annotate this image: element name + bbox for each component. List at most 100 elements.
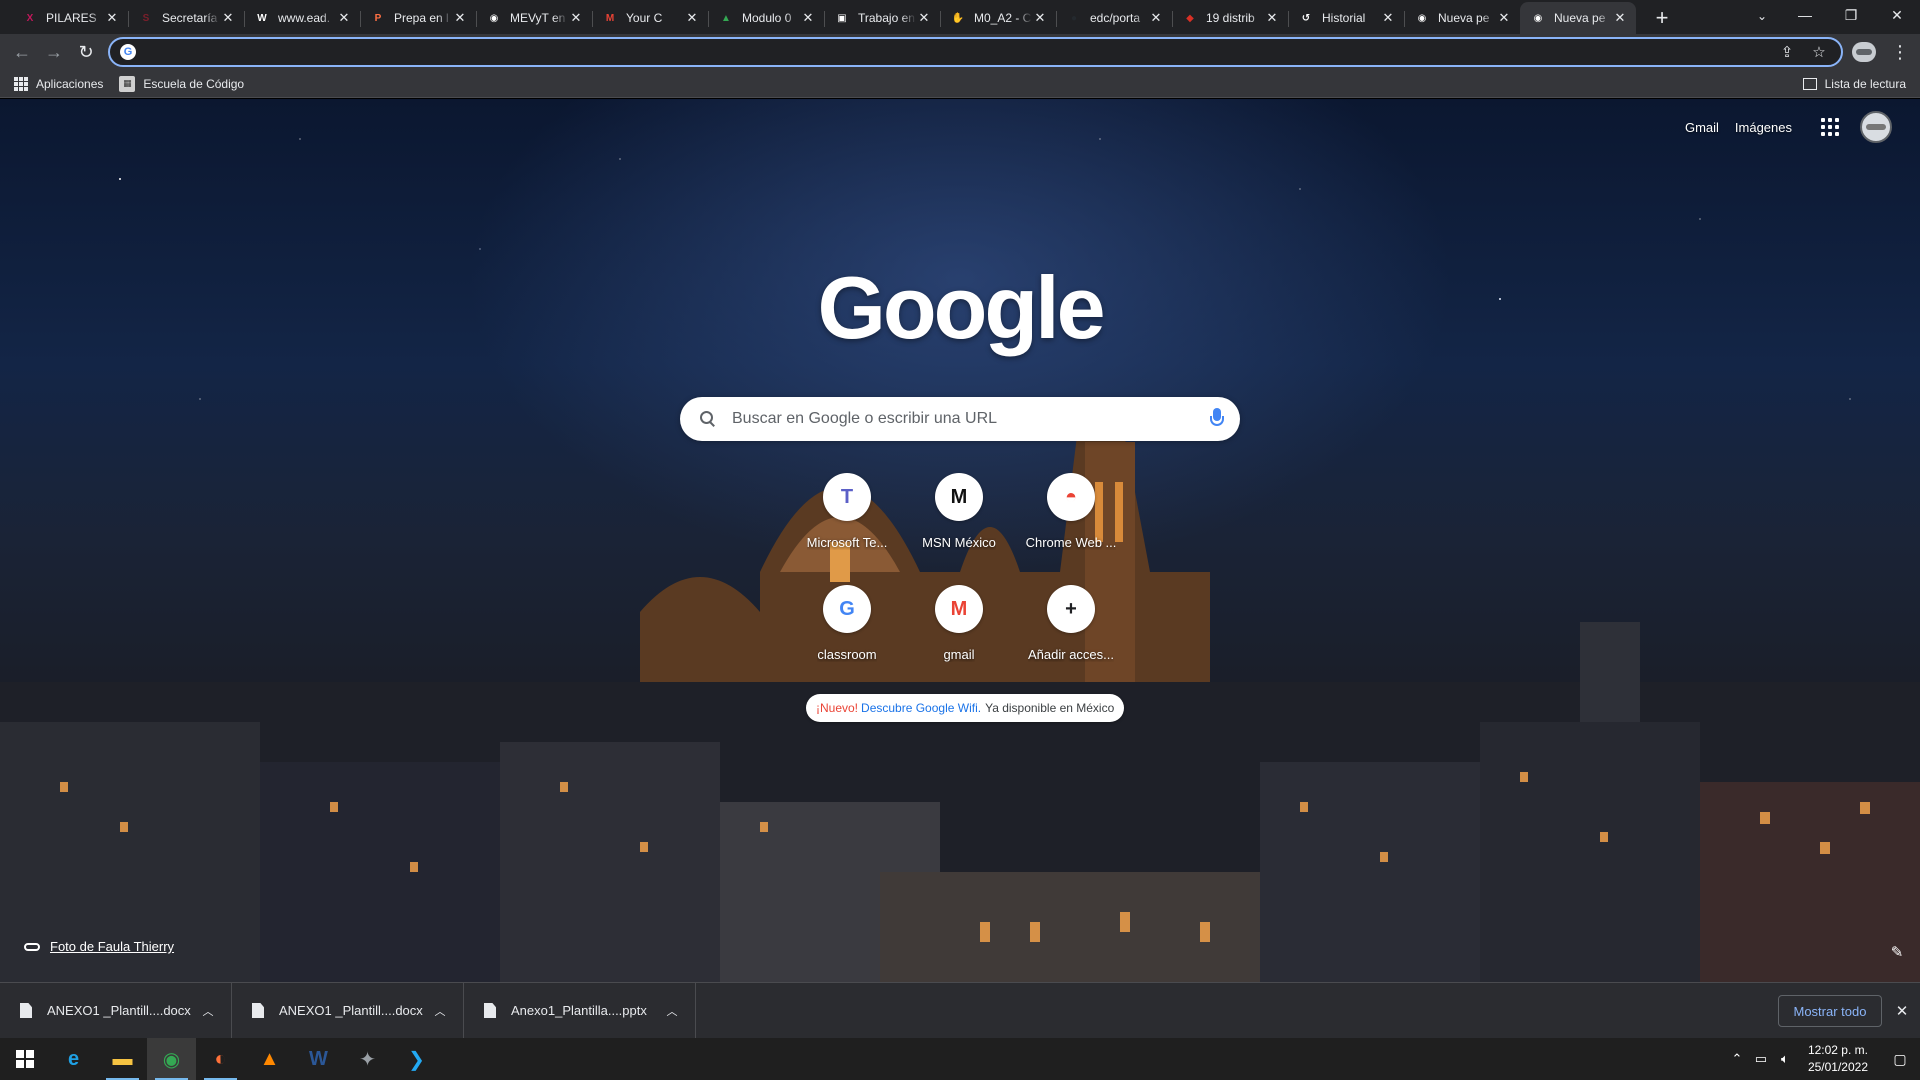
address-input[interactable]	[146, 44, 1767, 60]
tab-title: PILARES	[46, 11, 97, 25]
bookmark-apps[interactable]: Aplicaciones	[6, 72, 111, 96]
word-icon: W	[309, 1047, 328, 1070]
bookmark-label: Escuela de Código	[143, 76, 245, 91]
customize-pencil-icon[interactable]: ✎	[1888, 943, 1906, 961]
tab-close-icon[interactable]: ✕	[684, 10, 700, 26]
forward-icon[interactable]: →	[38, 36, 70, 68]
browser-tab[interactable]: ◆ 19 distrib ✕	[1172, 2, 1288, 34]
tab-close-icon[interactable]: ✕	[1496, 10, 1512, 26]
tab-close-icon[interactable]: ✕	[1032, 10, 1048, 26]
microphone-icon[interactable]	[1210, 408, 1224, 430]
browser-tab[interactable]: ● edc/porta ✕	[1056, 2, 1172, 34]
browser-tab[interactable]: X PILARES ✕	[12, 2, 128, 34]
tab-list: X PILARES ✕ S Secretaría ✕ Wwww.ead. ✕ P Prepa en…	[12, 2, 1636, 34]
tab-close-icon[interactable]: ✕	[1380, 10, 1396, 26]
download-item[interactable]: Anexo1_Plantilla....pptx ︿	[464, 982, 696, 1039]
browser-tab[interactable]: ◉ Nueva pe ✕	[1520, 2, 1636, 34]
system-clock[interactable]: 12:02 p. m. 25/01/2022	[1808, 1042, 1868, 1076]
taskbar-app[interactable]: ▲	[245, 1038, 294, 1080]
taskbar-app[interactable]: ✦	[343, 1038, 392, 1080]
download-filename: Anexo1_Plantilla....pptx	[511, 1003, 647, 1018]
taskbar-app[interactable]: ❯	[392, 1038, 441, 1080]
tab-close-icon[interactable]: ✕	[568, 10, 584, 26]
download-item[interactable]: ANEXO1 _Plantill....docx ︿	[0, 982, 232, 1039]
taskbar-app[interactable]: W	[294, 1038, 343, 1080]
browser-tab[interactable]: ◉ Nueva pe ✕	[1404, 2, 1520, 34]
photo-attribution[interactable]: Foto de Faula Thierry	[24, 939, 174, 954]
google-g-icon: G	[120, 44, 136, 60]
shortcut-tile[interactable]: + Añadir acces...	[1015, 581, 1127, 671]
profile-avatar[interactable]	[1852, 42, 1876, 62]
address-bar[interactable]: G ⇪ ☆	[108, 37, 1843, 67]
browser-tab[interactable]: ◉ MEVyT en ✕	[476, 2, 592, 34]
tab-close-icon[interactable]: ✕	[104, 10, 120, 26]
tab-title: Prepa en l	[394, 11, 449, 25]
download-item[interactable]: ANEXO1 _Plantill....docx ︿	[232, 982, 464, 1039]
browser-tab[interactable]: Wwww.ead. ✕	[244, 2, 360, 34]
browser-tab[interactable]: ↺ Historial ✕	[1288, 2, 1404, 34]
images-link[interactable]: Imágenes	[1735, 120, 1792, 135]
browser-tab[interactable]: P Prepa en l ✕	[360, 2, 476, 34]
reload-icon[interactable]: ↻	[70, 36, 102, 68]
google-apps-icon[interactable]	[1818, 115, 1842, 139]
ntp-search-box[interactable]	[680, 397, 1240, 441]
browser-tab[interactable]: ✋ M0_A2 - C ✕	[940, 2, 1056, 34]
shortcut-tile[interactable]: T Microsoft Te...	[791, 469, 903, 559]
tab-close-icon[interactable]: ✕	[1264, 10, 1280, 26]
chevron-up-icon[interactable]: ︿	[663, 1003, 681, 1019]
volume-icon[interactable]: 🔈︎	[1774, 1051, 1796, 1067]
tab-search-icon[interactable]: ⌄	[1748, 4, 1776, 28]
close-shelf-icon[interactable]: ✕	[1892, 999, 1912, 1023]
chevron-up-icon[interactable]: ︿	[431, 1003, 449, 1019]
share-icon[interactable]: ⇪	[1775, 40, 1799, 64]
taskbar-apps: e ▬ ◉ ◐ ▲ W ✦ ❯	[49, 1038, 441, 1080]
shortcut-tile[interactable]: ◓ Chrome Web ...	[1015, 469, 1127, 559]
gmail-link[interactable]: Gmail	[1685, 120, 1719, 135]
new-tab-button[interactable]: +	[1648, 4, 1676, 32]
escuela-icon: ▦	[119, 75, 136, 92]
browser-tab[interactable]: S Secretaría ✕	[128, 2, 244, 34]
tab-close-icon[interactable]: ✕	[452, 10, 468, 26]
tab-close-icon[interactable]: ✕	[1612, 10, 1628, 26]
tab-close-icon[interactable]: ✕	[336, 10, 352, 26]
hand-icon: ✋	[951, 12, 965, 24]
network-icon[interactable]: ▭	[1750, 1051, 1772, 1067]
search-input[interactable]	[732, 410, 1210, 428]
bookmark-star-icon[interactable]: ☆	[1807, 40, 1831, 64]
tab-close-icon[interactable]: ✕	[1148, 10, 1164, 26]
tab-close-icon[interactable]: ✕	[916, 10, 932, 26]
account-avatar[interactable]	[1860, 111, 1892, 143]
shortcut-tile[interactable]: Mgmail	[903, 581, 1015, 671]
shortcut-tile[interactable]: Gclassroom	[791, 581, 903, 671]
taskbar-app[interactable]: ◉	[147, 1038, 196, 1080]
restore-icon[interactable]: ❐	[1828, 0, 1874, 30]
minimize-icon[interactable]: —	[1782, 0, 1828, 30]
start-button[interactable]	[0, 1038, 49, 1080]
bookmark-escuela-de-codigo[interactable]: ▦ Escuela de Código	[111, 72, 252, 96]
show-all-downloads-button[interactable]: Mostrar todo	[1778, 995, 1882, 1027]
chrome-web-store-icon: ◓	[1047, 473, 1095, 521]
attribution-text[interactable]: Foto de Faula Thierry	[50, 939, 174, 954]
promo-link[interactable]: Descubre Google Wifi.	[861, 701, 981, 715]
back-icon[interactable]: ←	[6, 36, 38, 68]
close-window-icon[interactable]: ✕	[1874, 0, 1920, 30]
vlc-icon: ▲	[259, 1047, 280, 1070]
shortcut-label: Añadir acces...	[1028, 647, 1114, 662]
distrib-icon: ◆	[1186, 12, 1194, 24]
browser-tab[interactable]: ▲ Modulo 0 ✕	[708, 2, 824, 34]
taskbar-app[interactable]: e	[49, 1038, 98, 1080]
windows-logo-icon	[15, 1050, 34, 1068]
shortcut-tile[interactable]: M MSN México	[903, 469, 1015, 559]
tab-close-icon[interactable]: ✕	[800, 10, 816, 26]
browser-tab[interactable]: M Your C ✕	[592, 2, 708, 34]
chevron-up-icon[interactable]: ︿	[199, 1003, 217, 1019]
chrome-menu-icon[interactable]: ⋮	[1888, 38, 1912, 66]
taskbar-app[interactable]: ▬	[98, 1038, 147, 1080]
promo-banner[interactable]: ¡Nuevo! Descubre Google Wifi. Ya disponi…	[806, 694, 1125, 722]
tab-close-icon[interactable]: ✕	[220, 10, 236, 26]
chevron-up-icon[interactable]: ⌃	[1726, 1051, 1748, 1067]
browser-tab[interactable]: ▣ Trabajo en ✕	[824, 2, 940, 34]
taskbar-app[interactable]: ◐	[196, 1038, 245, 1080]
reading-list-button[interactable]: Lista de lectura	[1795, 72, 1914, 96]
notification-icon[interactable]: ▢	[1880, 1038, 1920, 1080]
